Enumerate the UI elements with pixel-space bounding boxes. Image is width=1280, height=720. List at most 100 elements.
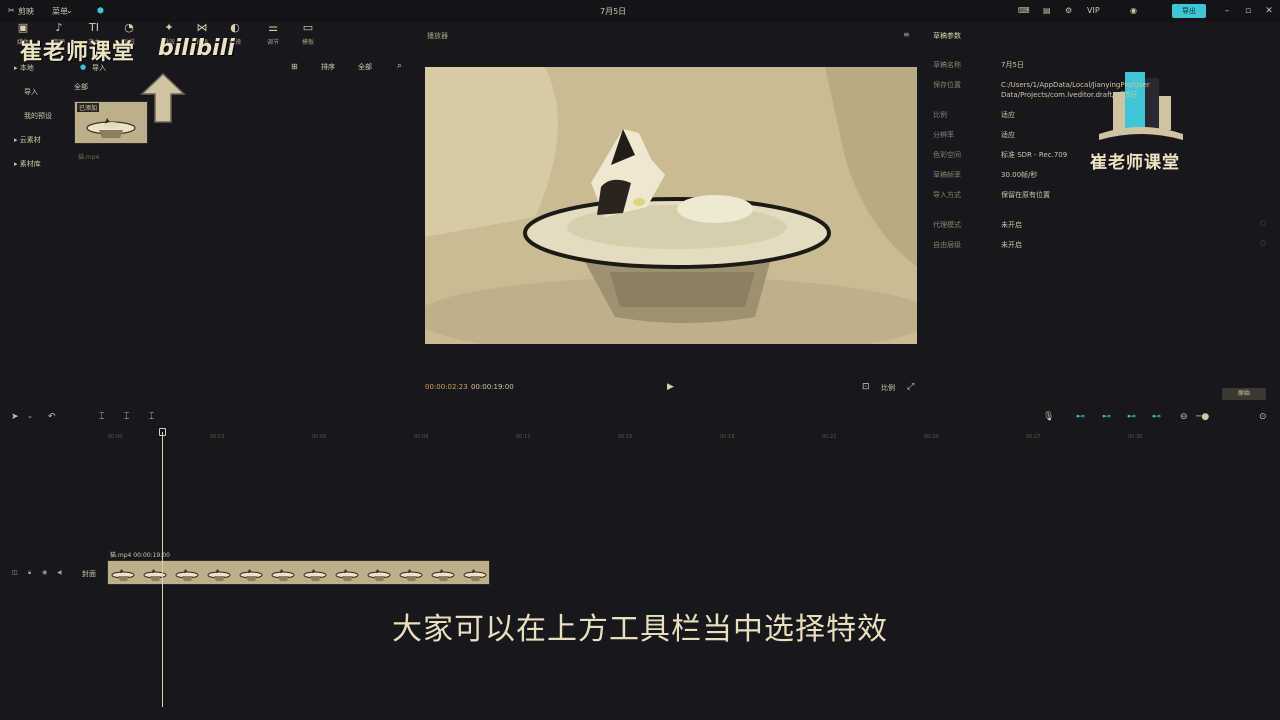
prop-value: 未开启 — [1001, 221, 1022, 229]
sidebar-item-library[interactable]: ▸ 素材库 — [14, 159, 41, 169]
ruler-tick: 00:00 — [108, 434, 123, 440]
prop-value: C:/Users/1/AppData/Local/JianyingPro/Use… — [1001, 81, 1150, 99]
ruler-tick: 00:21 — [822, 434, 837, 440]
prop-key: 分辨率 — [933, 131, 954, 139]
shortcut-icon[interactable]: ⌨ — [1018, 6, 1030, 15]
magnet-icon[interactable]: ⊷ — [1127, 412, 1136, 422]
settings-icon[interactable]: ⊙ — [1259, 412, 1267, 422]
export-button[interactable]: 导出 — [1172, 4, 1206, 18]
chevron-down-icon[interactable]: ⌄ — [66, 6, 73, 15]
play-icon[interactable]: ▶ — [667, 382, 674, 392]
info-icon[interactable]: ◌ — [1260, 239, 1266, 247]
snap-icon[interactable]: ⊷ — [1102, 412, 1111, 422]
sidebar-item-cloud[interactable]: ▸ 云素材 — [14, 135, 41, 145]
sort-button[interactable]: 排序 — [321, 62, 335, 72]
search-icon[interactable]: ⌕ — [397, 61, 402, 71]
media-thumbnail[interactable]: 已添加 — [74, 101, 148, 144]
bilibili-logo: bilibili — [158, 36, 235, 61]
properties-title: 草稿参数 — [933, 32, 961, 40]
playhead-line[interactable] — [162, 432, 163, 707]
template-icon: ▭ — [302, 21, 314, 34]
app-name: 剪映 — [18, 7, 34, 16]
clip-frame — [460, 561, 489, 584]
select-cursor-icon[interactable]: ➤ — [11, 412, 19, 422]
grid-view-icon[interactable]: ⊞ — [291, 62, 298, 71]
timeline-ruler[interactable]: 00:00 00:03 00:06 00:09 00:12 00:15 00:18 00:21… — [108, 430, 1280, 442]
media-filename: 猫.mp4 — [78, 154, 100, 161]
clip-frame — [108, 561, 139, 584]
clip-label: 猫.mp4 00:00:19:00 — [110, 552, 170, 559]
app-logo-icon: ✂ — [8, 6, 15, 15]
microphone-icon[interactable]: 🎙︎ — [1043, 412, 1054, 422]
sidebar-item-presets[interactable]: 我的预设 — [24, 111, 52, 121]
cat-in-hat-frame — [425, 67, 917, 344]
text-icon: TI — [89, 21, 99, 34]
transition-icon: ⋈ — [196, 21, 208, 34]
fit-screen-icon[interactable]: ⊡ — [862, 382, 870, 392]
video-clip[interactable] — [107, 560, 490, 585]
classroom-logo-icon — [1099, 72, 1183, 140]
minimize-icon[interactable]: – — [1220, 4, 1234, 18]
layout-icon[interactable]: ▤ — [1043, 6, 1051, 15]
prop-value: 未开启 — [1001, 241, 1022, 249]
mute-icon[interactable]: ◀ — [57, 569, 62, 576]
info-icon[interactable]: ◌ — [1260, 219, 1266, 227]
playhead-handle[interactable] — [159, 428, 166, 436]
clip-frame — [268, 561, 299, 584]
import-icon[interactable]: ● — [80, 63, 86, 71]
fullscreen-icon[interactable]: ⤢ — [907, 382, 914, 392]
clip-frame — [140, 561, 171, 584]
undo-icon[interactable]: ↶ — [48, 412, 56, 422]
split-icon[interactable]: ⌶ — [99, 412, 104, 422]
menu-icon[interactable]: ≡ — [903, 30, 910, 39]
chevron-down-icon[interactable]: ⌄ — [27, 412, 33, 420]
ratio-button[interactable]: 比例 — [881, 383, 895, 393]
track-collapse-icon[interactable]: ◫ — [12, 569, 18, 576]
prop-value: 适应 — [1001, 111, 1015, 119]
import-label[interactable]: 导入 — [92, 63, 106, 73]
diamond-icon[interactable]: ⬢ — [97, 6, 104, 15]
settings-icon[interactable]: ⚙ — [1065, 6, 1072, 15]
cover-label[interactable]: 封面 — [82, 569, 96, 579]
ruler-tick: 00:12 — [516, 434, 531, 440]
all-filter-button[interactable]: 全部 — [358, 62, 372, 72]
lock-icon[interactable]: 🔒︎ — [28, 569, 31, 577]
eye-icon[interactable]: ◉ — [42, 569, 47, 576]
ruler-tick: 00:27 — [1026, 434, 1041, 440]
split-left-icon[interactable]: ⌶ — [124, 412, 129, 422]
link-icon[interactable]: ⊷ — [1076, 412, 1085, 422]
zoom-out-icon[interactable]: ⊖ — [1180, 412, 1188, 422]
prop-key: 草稿帧率 — [933, 171, 961, 179]
watermark-right: 崔老师课堂 — [1090, 153, 1180, 173]
sidebar-item-local[interactable]: ▸ 本地 — [14, 63, 34, 73]
vip-icon[interactable]: VIP — [1087, 6, 1100, 15]
clip-frame — [204, 561, 235, 584]
tool-adjust[interactable]: ⚌ 调节 — [256, 21, 290, 47]
watermark-left: 崔老师课堂 — [20, 40, 136, 65]
prop-key: 代理模式 — [933, 221, 961, 229]
close-icon[interactable]: ✕ — [1262, 4, 1276, 18]
maximize-icon[interactable]: ▫ — [1241, 4, 1255, 18]
ruler-tick: 00:15 — [618, 434, 633, 440]
aspect-button[interactable]: 原始 — [1222, 388, 1266, 400]
filter-all-tab[interactable]: 全部 — [74, 82, 88, 92]
zoom-slider[interactable]: ─● — [1196, 412, 1209, 422]
media-icon: ▣ — [17, 21, 29, 34]
ruler-tick: 00:09 — [414, 434, 429, 440]
title-bar: ✂ 剪映 菜单 ⌄ ⬢ 7月5日 ⌨ ▤ ⚙ VIP ◉ 导出 – ▫ ✕ — [0, 0, 1280, 22]
prop-key: 色彩空间 — [933, 151, 961, 159]
split-right-icon[interactable]: ⌶ — [149, 412, 154, 422]
ruler-tick: 00:24 — [924, 434, 939, 440]
prop-key: 保存位置 — [933, 81, 961, 89]
video-preview[interactable] — [425, 67, 917, 344]
preview-axis-icon[interactable]: ⊷ — [1152, 412, 1161, 422]
effects-icon: ✦ — [164, 21, 174, 34]
avatar[interactable]: ◉ — [1130, 6, 1137, 15]
added-badge: 已添加 — [77, 103, 100, 112]
prop-value: 30.00帧/秒 — [1001, 171, 1038, 179]
sidebar-item-import[interactable]: 导入 — [24, 87, 38, 97]
sticker-icon: ◔ — [124, 21, 134, 34]
adjust-icon: ⚌ — [268, 21, 278, 34]
ruler-tick: 00:03 — [210, 434, 225, 440]
tool-template[interactable]: ▭ 模板 — [291, 21, 325, 47]
